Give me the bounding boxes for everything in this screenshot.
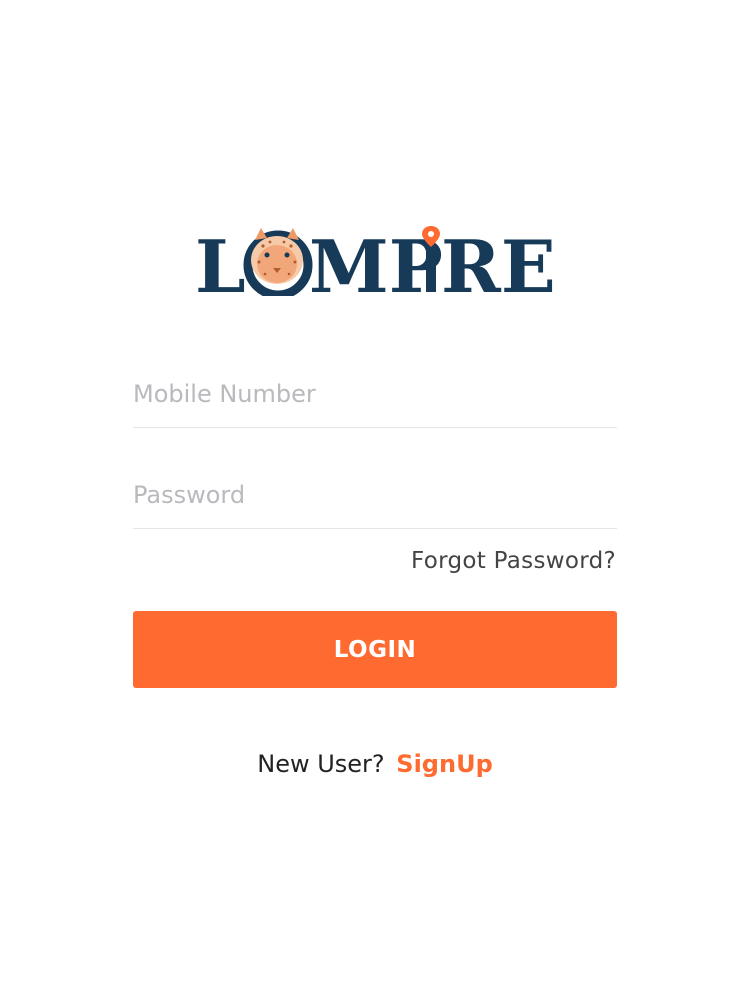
login-button[interactable]: LOGIN <box>133 611 617 688</box>
signup-link[interactable]: SignUp <box>396 750 492 778</box>
signup-row: New User? SignUp <box>0 750 750 778</box>
password-field[interactable] <box>133 462 617 529</box>
password-input[interactable] <box>133 462 617 528</box>
svg-text:L: L <box>195 224 246 296</box>
leopard-head-icon <box>243 228 313 296</box>
brand-logo: L MP RE <box>195 222 555 296</box>
new-user-prompt: New User? <box>257 750 385 778</box>
mobile-number-input[interactable] <box>133 360 617 427</box>
forgot-password-link[interactable]: Forgot Password? <box>411 548 616 574</box>
mobile-number-field[interactable] <box>133 360 617 428</box>
svg-text:RE: RE <box>441 224 555 296</box>
